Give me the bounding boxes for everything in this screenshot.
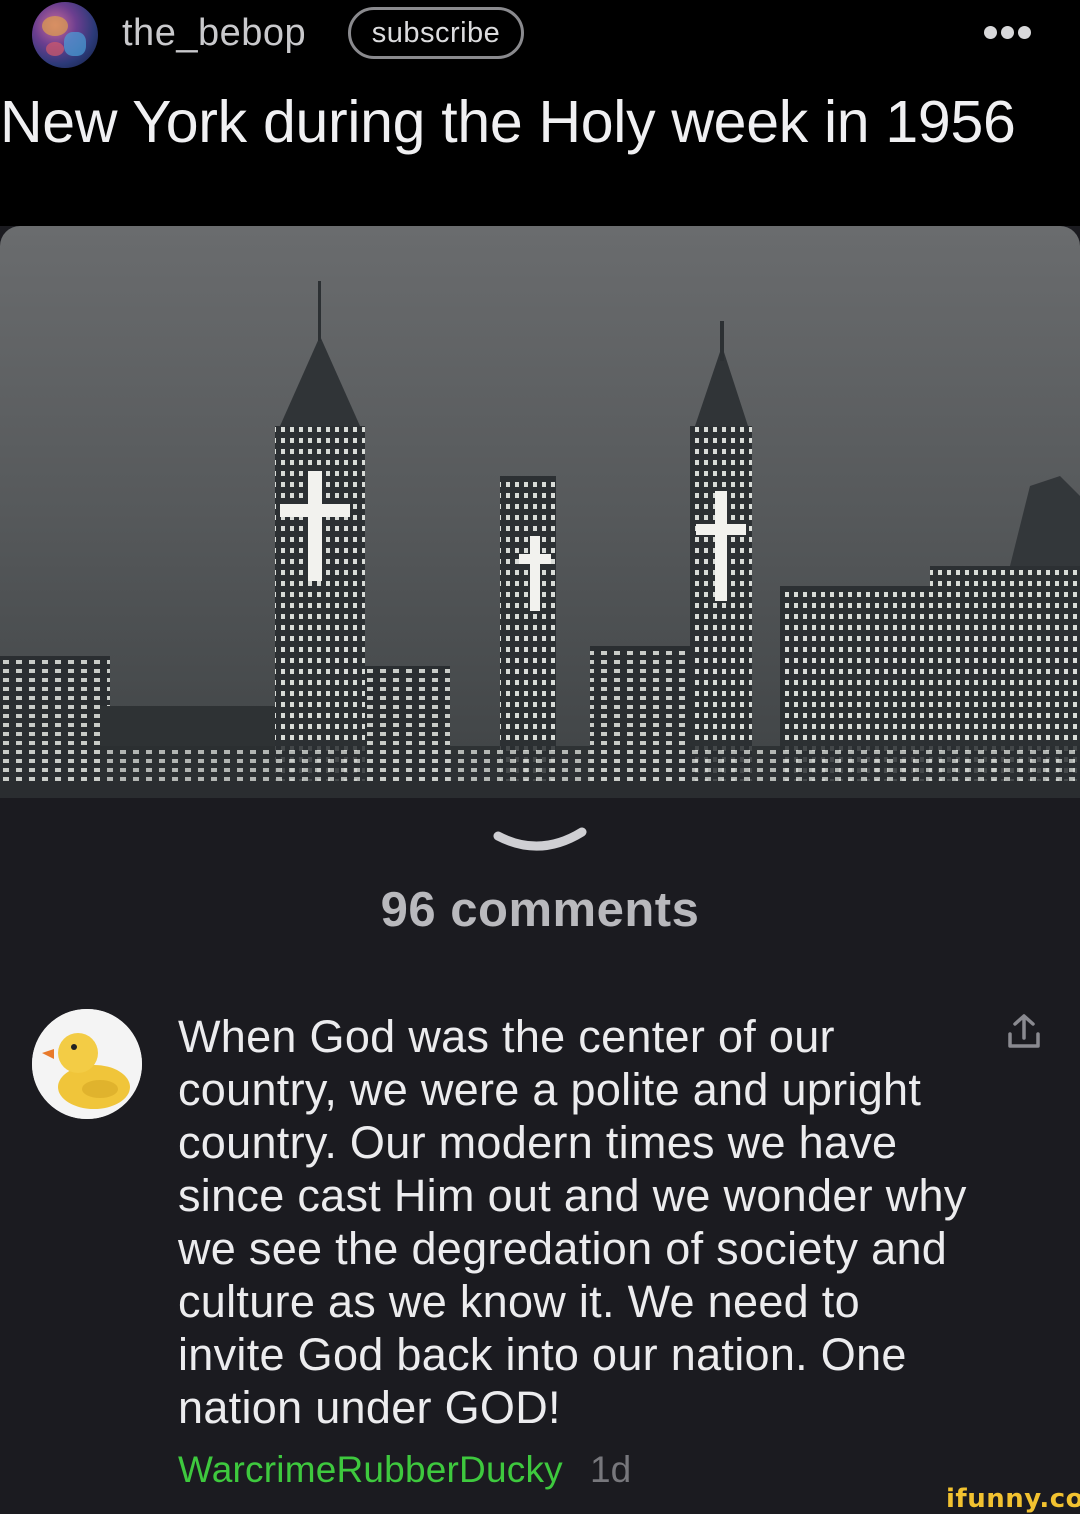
comment-text: When God was the center of our country, …	[178, 1011, 967, 1433]
comment-item: When God was the center of our country, …	[0, 1000, 1080, 1511]
ifunny-watermark: ifunny.co	[946, 1484, 1080, 1514]
post-header: the_bebop subscribe	[0, 0, 1080, 68]
post-image[interactable]	[0, 226, 1080, 798]
channel-name[interactable]: the_bebop	[122, 12, 306, 55]
subscribe-button[interactable]: subscribe	[348, 7, 524, 59]
comment-author[interactable]: WarcrimeRubberDucky	[178, 1449, 563, 1491]
channel-avatar[interactable]	[32, 2, 98, 68]
post-title: New York during the Holy week in 1956	[0, 89, 1016, 155]
more-options-icon[interactable]	[984, 26, 1032, 42]
share-icon[interactable]	[1004, 1012, 1044, 1052]
rubber-duck-avatar[interactable]	[32, 1009, 142, 1119]
comment-time: 1d	[590, 1449, 632, 1490]
comments-count: 96 comments	[380, 883, 700, 937]
chevron-down-icon[interactable]	[490, 822, 590, 862]
